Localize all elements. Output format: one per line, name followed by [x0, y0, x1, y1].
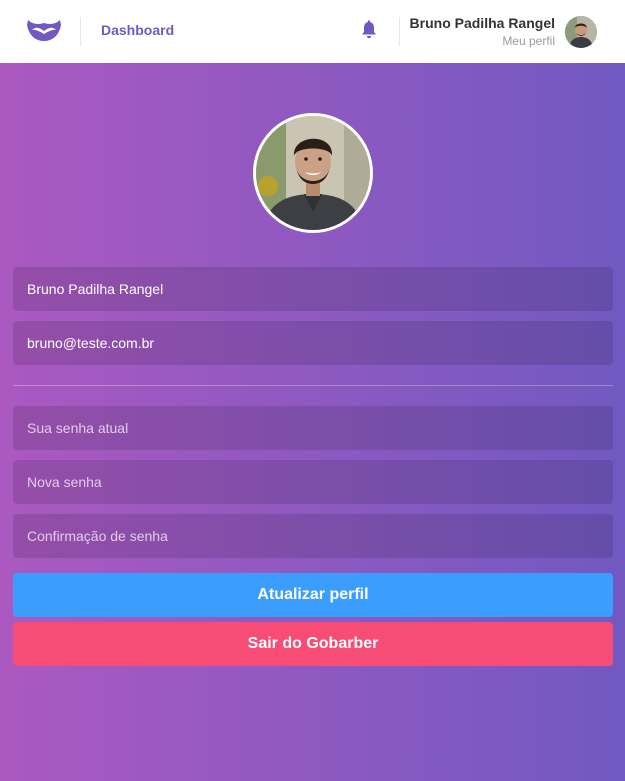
new-password-input[interactable]: [13, 460, 613, 504]
logout-button[interactable]: Sair do Gobarber: [13, 622, 613, 666]
user-photo: [565, 16, 597, 48]
form-divider: [13, 385, 613, 386]
my-profile-link[interactable]: Meu perfil: [502, 34, 555, 48]
email-input[interactable]: [13, 321, 613, 365]
current-password-input[interactable]: [13, 406, 613, 450]
mustache-logo-icon[interactable]: [26, 16, 62, 44]
confirm-password-input[interactable]: [13, 514, 613, 558]
header-user-name: Bruno Padilha Rangel: [409, 15, 555, 31]
top-header: Dashboard Bruno Padilha Rangel Meu perfi…: [0, 0, 625, 63]
bell-icon[interactable]: [360, 20, 378, 40]
header-divider: [80, 17, 81, 46]
update-profile-button[interactable]: Atualizar perfil: [13, 573, 613, 617]
name-input[interactable]: [13, 267, 613, 311]
profile-avatar[interactable]: [253, 113, 373, 233]
user-photo: [256, 116, 370, 230]
header-divider: [399, 17, 400, 46]
avatar[interactable]: [565, 16, 597, 48]
dashboard-link[interactable]: Dashboard: [101, 22, 174, 38]
